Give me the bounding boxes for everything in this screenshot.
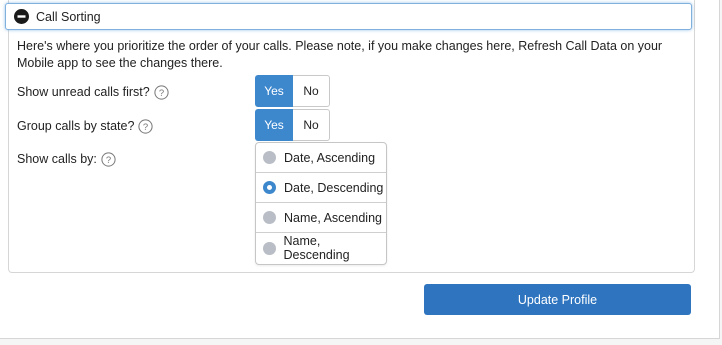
section-title: Call Sorting (36, 9, 101, 24)
update-profile-button[interactable]: Update Profile (424, 284, 691, 315)
svg-text:?: ? (106, 155, 111, 166)
sort-option-name-descending[interactable]: Name, Descending (256, 233, 386, 263)
intro-text: Here's where you prioritize the order of… (17, 39, 663, 70)
sort-option-name-ascending[interactable]: Name, Ascending (256, 203, 386, 233)
question-circle-icon[interactable]: ? (101, 151, 116, 167)
call-sorting-header[interactable]: Call Sorting (5, 3, 692, 30)
unread-first-row-label: Show unread calls first? ? (17, 83, 169, 101)
show-by-row-label: Show calls by: ? (17, 150, 116, 168)
unread-first-yes-button[interactable]: Yes (255, 75, 293, 107)
question-circle-icon[interactable]: ? (154, 84, 169, 100)
profile-page: Call Sorting Here's where you prioritize… (0, 0, 720, 339)
radio-button-selected[interactable] (263, 181, 276, 194)
group-by-state-row-label: Group calls by state? ? (17, 117, 154, 135)
sort-option-label: Name, Descending (283, 234, 350, 262)
unread-first-toggle: Yes No (255, 75, 330, 107)
show-by-radio-group: Date, Ascending Date, Descending Name, A… (255, 142, 387, 265)
unread-first-no-button[interactable]: No (293, 75, 330, 107)
sort-option-label: Date, Ascending (284, 150, 376, 165)
sort-option-date-ascending[interactable]: Date, Ascending (256, 143, 386, 173)
minus-circle-icon[interactable] (14, 9, 29, 24)
radio-button[interactable] (263, 241, 276, 255)
radio-button[interactable] (263, 151, 276, 164)
sort-option-date-descending[interactable]: Date, Descending (256, 173, 386, 203)
group-by-state-label: Group calls by state? (17, 119, 135, 133)
svg-text:?: ? (143, 122, 148, 133)
radio-button[interactable] (263, 211, 276, 224)
group-by-state-yes-button[interactable]: Yes (255, 109, 293, 141)
question-circle-icon[interactable]: ? (138, 118, 154, 134)
svg-text:?: ? (159, 88, 164, 99)
group-by-state-no-button[interactable]: No (293, 109, 330, 141)
unread-first-label: Show unread calls first? (17, 85, 150, 99)
show-by-label: Show calls by: (17, 152, 97, 166)
group-by-state-toggle: Yes No (255, 109, 330, 141)
sort-option-label: Name, Ascending (284, 210, 382, 225)
sort-option-label: Date, Descending (284, 180, 384, 195)
